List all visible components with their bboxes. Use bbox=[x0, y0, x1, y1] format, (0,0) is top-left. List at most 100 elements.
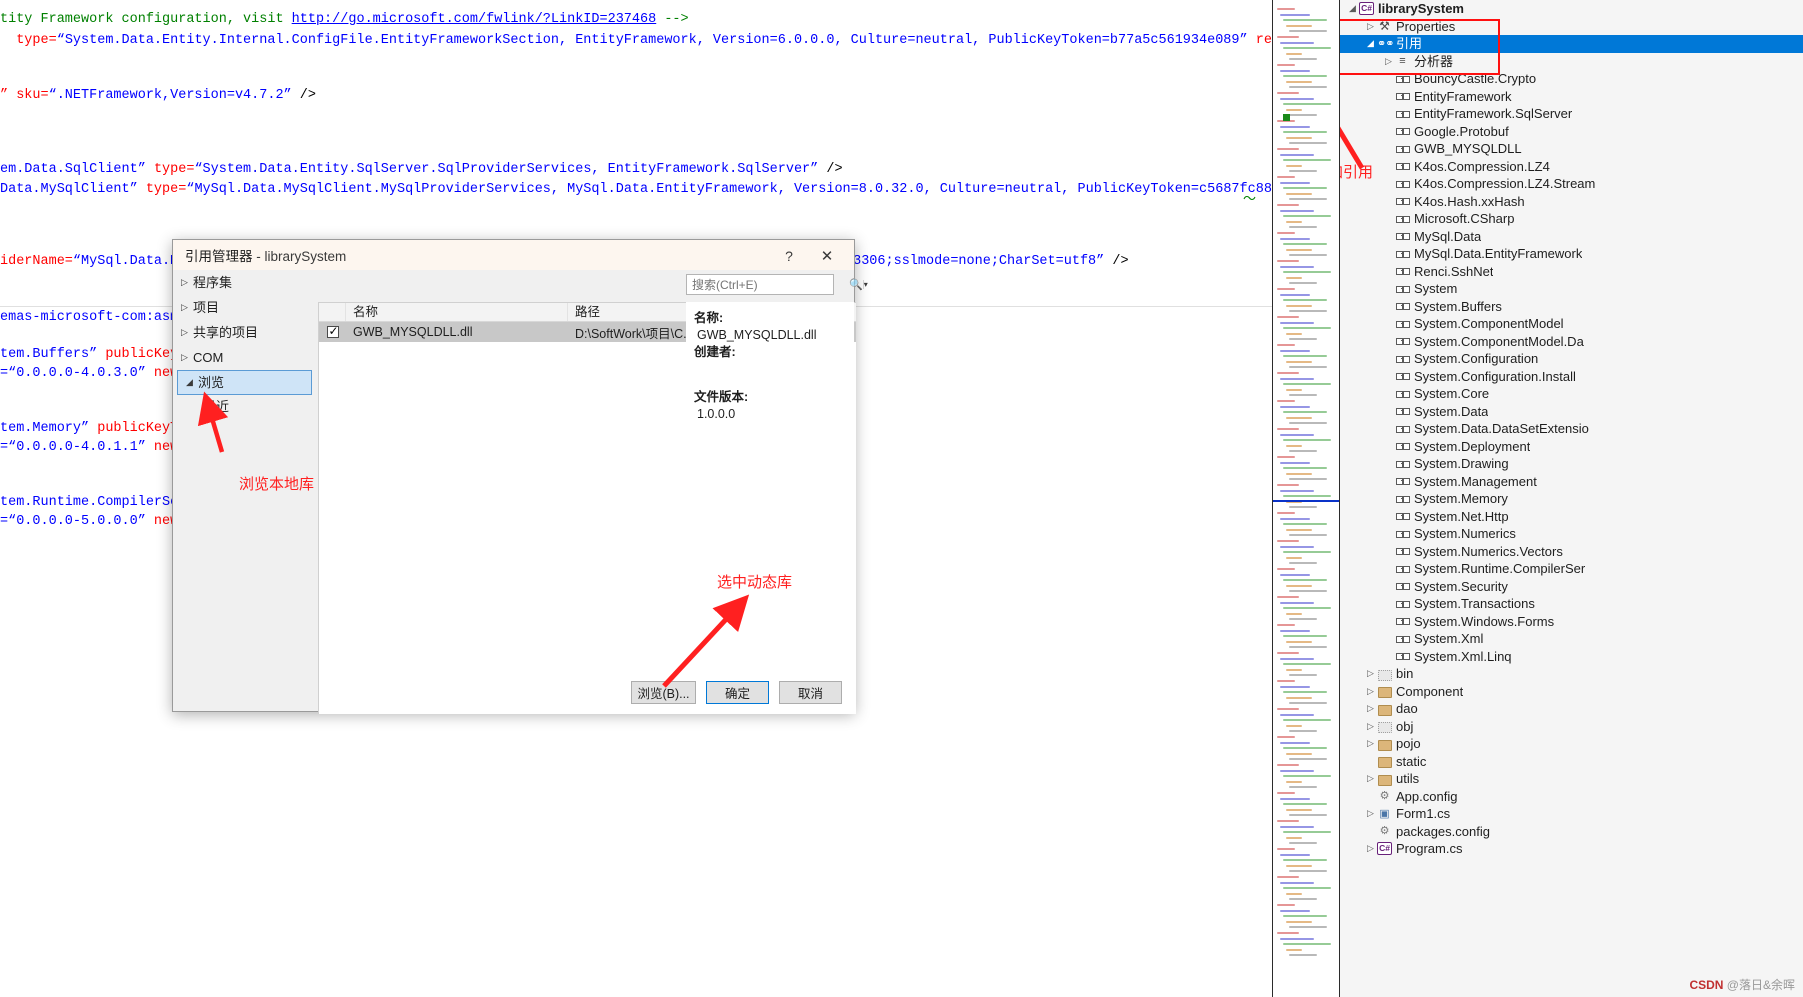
solution-tree-item[interactable]: System.Numerics bbox=[1340, 525, 1803, 543]
editor-minimap[interactable] bbox=[1272, 0, 1340, 997]
search-icon[interactable]: 🔍 bbox=[849, 278, 863, 291]
solution-tree-item[interactable]: ▷ ⚒ Properties bbox=[1340, 18, 1803, 36]
solution-tree-item[interactable]: ▷ pojo bbox=[1340, 735, 1803, 753]
minimap-line bbox=[1280, 153, 1314, 156]
solution-tree-item[interactable]: System.Runtime.CompilerSer bbox=[1340, 560, 1803, 578]
solution-tree-item[interactable]: System.Configuration bbox=[1340, 350, 1803, 368]
code-token: --> bbox=[656, 12, 689, 27]
solution-tree-item[interactable]: K4os.Compression.LZ4.Stream bbox=[1340, 175, 1803, 193]
dialog-category-item[interactable]: ▷ 共享的项目 bbox=[173, 320, 316, 345]
code-line: type=“System.Data.Entity.Internal.Config… bbox=[0, 33, 1272, 48]
chevron-right-icon[interactable]: ▷ bbox=[1364, 805, 1377, 823]
chevron-down-icon[interactable]: ▾ bbox=[862, 280, 868, 289]
solution-tree-item[interactable]: K4os.Compression.LZ4 bbox=[1340, 158, 1803, 176]
minimap-line bbox=[1277, 344, 1295, 346]
solution-tree-item[interactable]: GWB_MYSQLDLL bbox=[1340, 140, 1803, 158]
solution-tree-item[interactable]: System.Security bbox=[1340, 578, 1803, 596]
chevron-right-icon[interactable]: ▷ bbox=[181, 270, 193, 295]
solution-tree-item[interactable]: static bbox=[1340, 753, 1803, 771]
dialog-subcategory-recent[interactable]: 最近 bbox=[173, 395, 316, 419]
dialog-category-com[interactable]: ▷ COM bbox=[173, 345, 316, 370]
cancel-button[interactable]: 取消 bbox=[779, 681, 842, 704]
solution-tree-item[interactable]: ◢ C# librarySystem bbox=[1340, 0, 1803, 18]
code-token: /> bbox=[291, 88, 316, 103]
minimap-line bbox=[1280, 41, 1314, 44]
chevron-down-icon[interactable]: ◢ bbox=[186, 370, 198, 395]
solution-tree-item[interactable]: System.Transactions bbox=[1340, 595, 1803, 613]
browse-button[interactable]: 浏览(B)... bbox=[631, 681, 696, 704]
assembly-icon bbox=[1395, 492, 1410, 506]
solution-tree-item[interactable]: MySql.Data bbox=[1340, 228, 1803, 246]
minimap-line bbox=[1286, 24, 1312, 27]
solution-tree-item[interactable]: Renci.SshNet bbox=[1340, 263, 1803, 281]
chevron-right-icon[interactable]: ▷ bbox=[1364, 18, 1377, 36]
minimap-viewport-indicator[interactable] bbox=[1273, 500, 1339, 502]
solution-tree-item[interactable]: System.Core bbox=[1340, 385, 1803, 403]
solution-tree-item[interactable]: EntityFramework bbox=[1340, 88, 1803, 106]
solution-tree-item[interactable]: System.ComponentModel.Da bbox=[1340, 333, 1803, 351]
solution-tree-item[interactable]: ▷ obj bbox=[1340, 718, 1803, 736]
solution-tree-item[interactable]: ◢ ⚭⚭ 引用 bbox=[1340, 35, 1803, 53]
solution-tree-item[interactable]: System.Net.Http bbox=[1340, 508, 1803, 526]
minimap-line bbox=[1289, 870, 1327, 873]
solution-explorer-panel[interactable]: ◢ C# librarySystem ▷ ⚒ Properties ◢ ⚭⚭ 引用 ▷ ≡ 分析器 Bo… bbox=[1340, 0, 1803, 997]
solution-tree-item[interactable]: System.Xml bbox=[1340, 630, 1803, 648]
minimap-line bbox=[1280, 349, 1310, 352]
solution-tree-item[interactable]: System.ComponentModel bbox=[1340, 315, 1803, 333]
chevron-down-icon[interactable]: ◢ bbox=[1346, 0, 1359, 18]
dialog-category-item[interactable]: ▷ 项目 bbox=[173, 295, 316, 320]
solution-tree-item[interactable]: System.Memory bbox=[1340, 490, 1803, 508]
chevron-right-icon[interactable]: ▷ bbox=[1364, 840, 1377, 858]
solution-tree-item[interactable]: System.Management bbox=[1340, 473, 1803, 491]
solution-tree-item[interactable]: System.Xml.Linq bbox=[1340, 648, 1803, 666]
solution-tree-item[interactable]: System.Drawing bbox=[1340, 455, 1803, 473]
chevron-right-icon[interactable]: ▷ bbox=[1364, 735, 1377, 753]
solution-tree-item[interactable]: System.Deployment bbox=[1340, 438, 1803, 456]
close-icon[interactable]: ✕ bbox=[814, 246, 840, 266]
solution-tree-item[interactable]: System.Data.DataSetExtensio bbox=[1340, 420, 1803, 438]
solution-tree-item[interactable]: ▷ ≡ 分析器 bbox=[1340, 53, 1803, 71]
solution-tree-item[interactable]: EntityFramework.SqlServer bbox=[1340, 105, 1803, 123]
chevron-right-icon[interactable]: ▷ bbox=[1364, 718, 1377, 736]
minimap-line bbox=[1280, 741, 1310, 744]
solution-tree-item[interactable]: System.Data bbox=[1340, 403, 1803, 421]
solution-tree-item[interactable]: ▷ dao bbox=[1340, 700, 1803, 718]
solution-tree-item[interactable]: ⚙ App.config bbox=[1340, 788, 1803, 806]
solution-tree-item[interactable]: BouncyCastle.Crypto bbox=[1340, 70, 1803, 88]
solution-tree-item[interactable]: System bbox=[1340, 280, 1803, 298]
chevron-right-icon[interactable]: ▷ bbox=[181, 295, 193, 320]
code-token: tity Framework configuration, visit bbox=[0, 12, 292, 27]
solution-tree-item[interactable]: K4os.Hash.xxHash bbox=[1340, 193, 1803, 211]
solution-tree-item[interactable]: Microsoft.CSharp bbox=[1340, 210, 1803, 228]
solution-tree-item[interactable]: System.Numerics.Vectors bbox=[1340, 543, 1803, 561]
solution-tree-item[interactable]: ⚙ packages.config bbox=[1340, 823, 1803, 841]
solution-tree-item[interactable]: ▷ utils bbox=[1340, 770, 1803, 788]
chevron-right-icon[interactable]: ▷ bbox=[1364, 770, 1377, 788]
reference-checkbox[interactable] bbox=[326, 323, 340, 339]
solution-tree-item[interactable]: Google.Protobuf bbox=[1340, 123, 1803, 141]
solution-tree-item[interactable]: ▷ ▣ Form1.cs bbox=[1340, 805, 1803, 823]
search-input[interactable] bbox=[687, 276, 849, 293]
solution-tree-item[interactable]: ▷ bin bbox=[1340, 665, 1803, 683]
solution-tree-item[interactable]: System.Buffers bbox=[1340, 298, 1803, 316]
minimap-line bbox=[1289, 114, 1317, 117]
chevron-right-icon[interactable]: ▷ bbox=[1364, 683, 1377, 701]
chevron-down-icon[interactable]: ◢ bbox=[1364, 35, 1377, 53]
ok-button[interactable]: 确定 bbox=[706, 681, 769, 704]
chevron-right-icon[interactable]: ▷ bbox=[1382, 53, 1395, 71]
chevron-right-icon[interactable]: ▷ bbox=[181, 345, 193, 370]
chevron-right-icon[interactable]: ▷ bbox=[1364, 700, 1377, 718]
solution-tree-item[interactable]: MySql.Data.EntityFramework bbox=[1340, 245, 1803, 263]
solution-tree-item[interactable]: ▷ C# Program.cs bbox=[1340, 840, 1803, 858]
solution-tree-item[interactable]: System.Configuration.Install bbox=[1340, 368, 1803, 386]
code-token: tem.Memory” bbox=[0, 421, 98, 436]
help-icon[interactable]: ? bbox=[776, 246, 802, 266]
solution-tree-item[interactable]: ▷ Component bbox=[1340, 683, 1803, 701]
chevron-right-icon[interactable]: ▷ bbox=[181, 320, 193, 345]
dialog-category-item[interactable]: ◢ 浏览 bbox=[177, 370, 312, 395]
chevron-right-icon[interactable]: ▷ bbox=[1364, 665, 1377, 683]
search-box[interactable]: 🔍 ▾ bbox=[686, 274, 868, 295]
solution-tree-item[interactable]: System.Windows.Forms bbox=[1340, 613, 1803, 631]
row-checkbox-cell[interactable] bbox=[319, 323, 346, 339]
dialog-category-item[interactable]: ▷ 程序集 bbox=[173, 270, 316, 295]
